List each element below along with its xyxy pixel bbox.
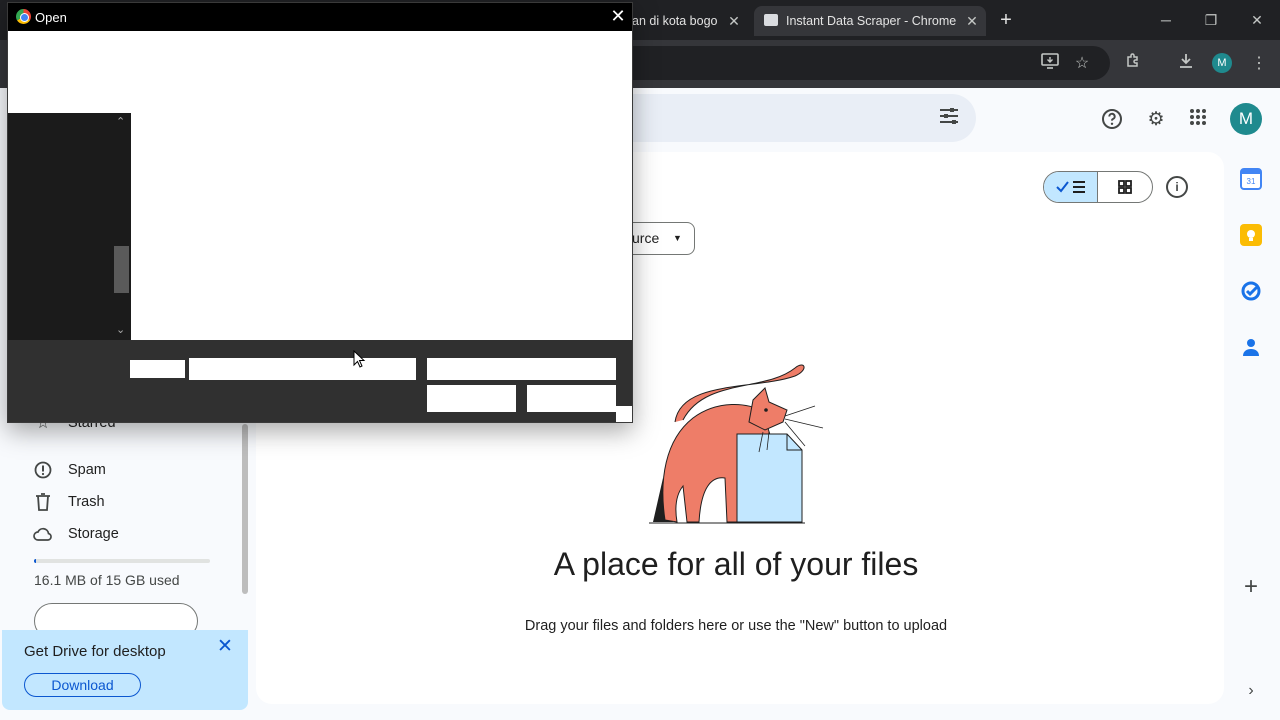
get-addons-plus-icon[interactable]: +	[1240, 575, 1262, 599]
dialog-title: Open	[35, 10, 67, 25]
storage-usage-bar	[34, 559, 210, 563]
nav-label: Storage	[68, 526, 119, 542]
dialog-file-list[interactable]	[131, 113, 632, 340]
extensions-icon[interactable]	[1122, 53, 1144, 75]
open-file-dialog: Open ✕ ⌃ ⌄	[7, 2, 633, 423]
nav-label: Trash	[68, 494, 105, 510]
open-button[interactable]	[427, 385, 516, 412]
resize-grip[interactable]	[616, 406, 632, 422]
cancel-button[interactable]	[527, 385, 616, 412]
profile-avatar[interactable]: M	[1212, 53, 1232, 73]
downloads-icon[interactable]	[1175, 53, 1197, 75]
file-type-select[interactable]	[427, 358, 616, 380]
bookmark-star-icon[interactable]: ☆	[1071, 53, 1093, 75]
navigation-scroll-thumb[interactable]	[114, 246, 129, 293]
empty-state-illustration	[645, 360, 830, 530]
search-options-icon[interactable]	[938, 107, 960, 129]
file-name-label	[130, 360, 185, 378]
tab-favicon-icon	[764, 14, 778, 26]
minimize-icon[interactable]: ─	[1156, 10, 1176, 30]
account-avatar[interactable]: M	[1230, 103, 1262, 135]
chevron-right-icon[interactable]: ›	[1242, 682, 1260, 700]
promo-title: Get Drive for desktop	[24, 643, 166, 660]
tab-close-icon[interactable]: ✕	[964, 13, 980, 29]
chrome-menu-icon[interactable]: ⋮	[1248, 53, 1270, 75]
tab-title: Instant Data Scraper - Chrome	[786, 14, 957, 28]
svg-text:31: 31	[1247, 177, 1256, 186]
nav-item-storage[interactable]: Storage	[32, 522, 119, 546]
grid-view-button[interactable]	[1098, 172, 1152, 202]
tab-close-icon[interactable]: ✕	[726, 13, 742, 29]
settings-gear-icon[interactable]: ⚙	[1144, 108, 1168, 132]
dialog-footer	[8, 340, 632, 422]
calendar-icon[interactable]: 31	[1240, 168, 1262, 190]
dialog-titlebar: Open ✕	[8, 3, 632, 31]
tab-title: an di kota bogo	[632, 14, 718, 28]
dialog-address-area	[8, 31, 632, 113]
desktop-promo-card: Get Drive for desktop ✕ Download	[2, 630, 248, 710]
dialog-navigation-pane[interactable]: ⌃ ⌄	[8, 113, 131, 340]
search-bar[interactable]	[600, 94, 976, 142]
empty-state-subtitle: Drag your files and folders here or use …	[524, 618, 948, 634]
empty-state-title: A place for all of your files	[553, 546, 919, 582]
dialog-close-icon[interactable]: ✕	[608, 6, 628, 26]
keep-icon[interactable]	[1240, 224, 1262, 246]
spam-icon	[32, 459, 54, 481]
trash-icon	[32, 491, 54, 513]
close-icon[interactable]: ✕	[214, 636, 236, 658]
maximize-icon[interactable]: ❐	[1201, 10, 1221, 30]
nav-item-spam[interactable]: Spam	[32, 458, 106, 482]
storage-usage-text: 16.1 MB of 15 GB used	[34, 572, 180, 588]
info-icon[interactable]: i	[1166, 176, 1188, 198]
window-close-icon[interactable]: ✕	[1247, 10, 1267, 30]
help-icon[interactable]	[1100, 108, 1124, 132]
layout-toggle[interactable]	[1043, 171, 1153, 203]
nav-scrollbar[interactable]	[242, 424, 248, 594]
chevron-down-icon[interactable]: ⌄	[116, 323, 125, 336]
apps-grid-icon[interactable]	[1186, 108, 1210, 132]
nav-item-trash[interactable]: Trash	[32, 490, 105, 514]
mouse-cursor-icon	[353, 349, 367, 370]
chrome-logo-icon	[16, 9, 31, 24]
file-name-input[interactable]	[189, 358, 416, 380]
nav-label: Spam	[68, 462, 106, 478]
cloud-icon	[32, 523, 54, 545]
list-view-button[interactable]	[1044, 172, 1099, 202]
side-panel: 31 + ›	[1224, 152, 1280, 720]
install-app-icon[interactable]	[1039, 53, 1061, 75]
chevron-up-icon[interactable]: ⌃	[116, 115, 125, 128]
contacts-icon[interactable]	[1240, 336, 1262, 358]
chevron-down-icon: ▼	[673, 233, 682, 243]
tasks-icon[interactable]	[1240, 280, 1262, 302]
browser-tab-active[interactable]: Instant Data Scraper - Chrome ✕	[754, 6, 986, 36]
new-tab-button[interactable]: +	[996, 10, 1016, 30]
download-button[interactable]: Download	[24, 673, 141, 697]
source-chip-label: urce	[632, 230, 660, 246]
storage-usage-fill	[34, 559, 36, 563]
